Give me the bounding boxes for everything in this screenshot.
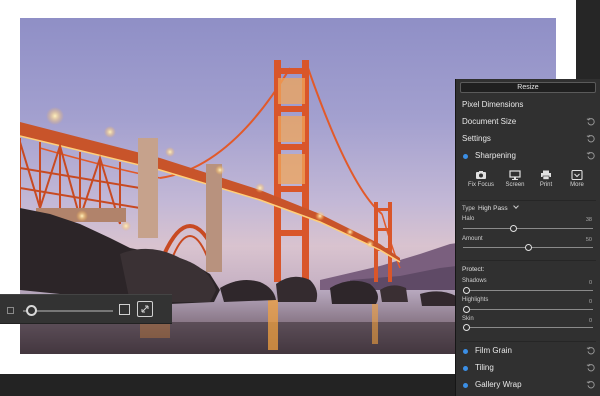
skin-slider[interactable] — [463, 324, 593, 332]
section-document-size[interactable]: Document Size — [456, 114, 600, 130]
section-label: Settings — [462, 134, 491, 143]
reset-icon[interactable] — [586, 346, 595, 355]
shadows-value: 0 — [588, 280, 592, 286]
camera-icon — [476, 171, 486, 179]
slider-rail — [463, 327, 593, 328]
preset-fix-focus[interactable]: Fix Focus — [466, 170, 496, 188]
slider-handle[interactable] — [524, 244, 532, 251]
preset-label: More — [570, 182, 584, 188]
type-label: Type — [462, 206, 476, 212]
zoom-toolbar — [0, 294, 172, 324]
amount-slider[interactable] — [463, 244, 593, 252]
protect-label: Protect: — [462, 266, 485, 273]
highlights-label: Highlights — [462, 297, 489, 303]
monitor-icon — [509, 170, 521, 180]
section-label: Film Grain — [475, 346, 512, 355]
reset-icon[interactable] — [586, 363, 595, 372]
chevron-down-icon — [512, 203, 519, 209]
divider — [460, 200, 596, 201]
small-square-icon[interactable] — [7, 307, 14, 314]
halo-slider[interactable] — [463, 225, 593, 233]
slider-handle[interactable] — [509, 225, 517, 232]
preset-label: Screen — [505, 182, 525, 188]
enabled-dot-icon[interactable] — [463, 383, 468, 388]
preset-label: Fix Focus — [467, 182, 494, 188]
section-label: Document Size — [462, 117, 517, 126]
skin-label: Skin — [462, 316, 474, 322]
type-value: High Pass — [478, 205, 508, 212]
halo-label: Halo — [462, 216, 475, 222]
enabled-dot-icon[interactable] — [463, 366, 468, 371]
fit-to-screen-icon[interactable] — [137, 301, 153, 317]
preset-label: Print — [539, 182, 553, 188]
type-dropdown[interactable]: High Pass — [478, 203, 519, 212]
reset-icon[interactable] — [586, 380, 595, 389]
section-settings[interactable]: Settings — [456, 131, 600, 147]
section-gallery-wrap[interactable]: Gallery Wrap — [456, 377, 600, 393]
halo-value: 38 — [585, 217, 592, 223]
slider-handle[interactable] — [463, 287, 470, 294]
section-sharpening[interactable]: Sharpening — [456, 148, 600, 164]
preset-screen[interactable]: Screen — [500, 170, 530, 188]
preset-more[interactable]: More — [562, 170, 592, 188]
enabled-dot-icon[interactable] — [463, 349, 468, 354]
highlights-slider[interactable] — [463, 306, 593, 314]
shadows-label: Shadows — [462, 278, 487, 284]
large-square-icon[interactable] — [119, 304, 130, 315]
zoom-slider-handle[interactable] — [26, 305, 37, 316]
amount-value: 50 — [585, 237, 592, 243]
section-label: Gallery Wrap — [475, 380, 522, 389]
section-label: Pixel Dimensions — [462, 100, 524, 109]
section-label: Tiling — [475, 363, 494, 372]
sharpening-presets: Fix Focus Screen Print More — [456, 170, 600, 194]
amount-label: Amount — [462, 236, 483, 242]
section-label: Sharpening — [475, 151, 516, 160]
slider-handle[interactable] — [463, 306, 470, 313]
highlights-value: 0 — [588, 299, 592, 305]
enabled-dot-icon[interactable] — [463, 154, 468, 159]
section-tiling[interactable]: Tiling — [456, 360, 600, 376]
shadows-slider[interactable] — [463, 287, 593, 295]
slider-rail — [463, 228, 593, 229]
printer-icon — [541, 170, 551, 180]
slider-rail — [463, 290, 593, 291]
divider — [460, 260, 596, 261]
resize-panel: Resize Pixel Dimensions Document Size Se… — [455, 79, 600, 396]
more-chevron-icon — [571, 170, 583, 180]
slider-rail — [463, 309, 593, 310]
resize-button[interactable]: Resize — [460, 82, 596, 93]
preset-print[interactable]: Print — [531, 170, 561, 188]
reset-icon[interactable] — [586, 151, 595, 160]
slider-handle[interactable] — [463, 324, 470, 331]
divider — [460, 341, 596, 342]
reset-icon[interactable] — [586, 117, 595, 126]
reset-icon[interactable] — [586, 134, 595, 143]
section-film-grain[interactable]: Film Grain — [456, 343, 600, 359]
section-pixel-dimensions[interactable]: Pixel Dimensions — [456, 97, 600, 113]
